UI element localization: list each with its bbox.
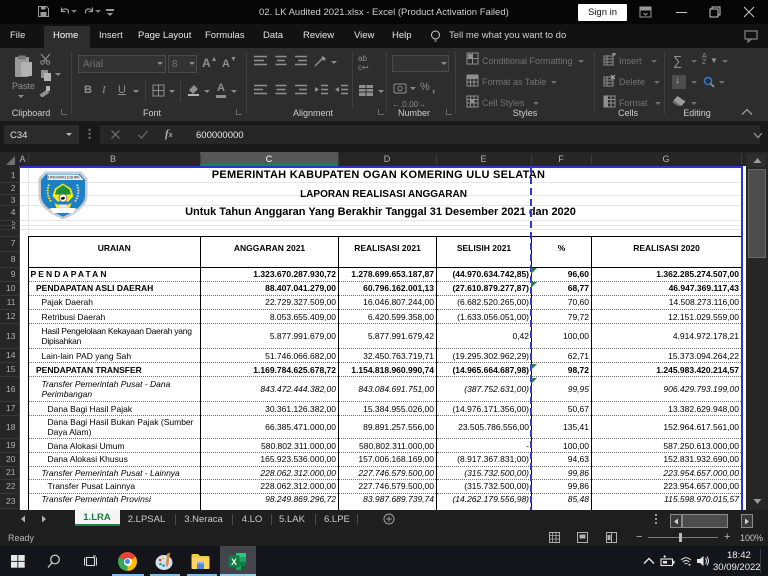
svg-text:X: X bbox=[231, 557, 237, 567]
